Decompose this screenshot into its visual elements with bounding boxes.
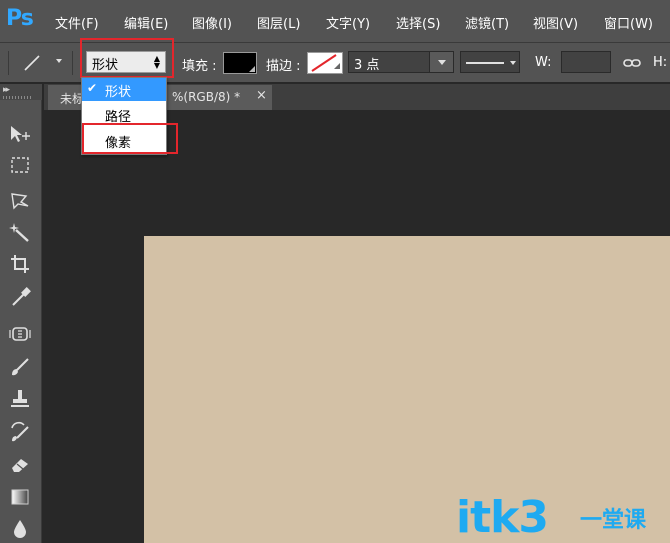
tool-mode-value: 形状: [92, 58, 119, 73]
ps-logo: Ps: [6, 6, 34, 31]
tool-preset-arrow-icon[interactable]: [56, 59, 62, 63]
stroke-type-select[interactable]: [460, 51, 520, 73]
chevron-down-icon: [438, 60, 446, 65]
stroke-size-value: 3 点: [354, 58, 380, 73]
stroke-size-dropdown-button[interactable]: [429, 52, 453, 72]
brush-tool-icon[interactable]: [6, 355, 34, 379]
watermark-cn-text: 一堂课: [580, 508, 647, 533]
menu-select[interactable]: 选择(S): [396, 13, 440, 32]
watermark-logo: itk3 一堂课: [456, 494, 670, 542]
menu-filter[interactable]: 滤镜(T): [465, 13, 509, 32]
menu-view[interactable]: 视图(V): [533, 13, 578, 32]
watermark-text: itk3: [456, 492, 549, 543]
panel-grip[interactable]: [3, 96, 31, 99]
dropdown-item-pixels[interactable]: 像素: [82, 129, 166, 152]
collapse-icon[interactable]: ▸▸: [3, 85, 10, 95]
tool-mode-dropdown: ✔ 形状 路径 像素: [81, 77, 167, 155]
menu-edit[interactable]: 编辑(E): [124, 13, 168, 32]
height-label: H:: [653, 55, 668, 70]
dropdown-item-path[interactable]: 路径: [82, 103, 166, 126]
photoshop-window: Ps 文件(F) 编辑(E) 图像(I) 图层(L) 文字(Y) 选择(S) 滤…: [0, 0, 670, 543]
stroke-label: 描边 :: [266, 59, 301, 74]
link-icon[interactable]: [623, 55, 641, 71]
fill-color-swatch[interactable]: [223, 52, 257, 74]
width-label: W:: [535, 55, 552, 70]
gradient-tool-icon[interactable]: [6, 485, 34, 509]
updown-icon: ▲ ▼: [153, 54, 160, 70]
marquee-tool-icon[interactable]: [6, 154, 34, 178]
move-tool-icon[interactable]: [6, 122, 34, 146]
menu-window[interactable]: 窗口(W): [604, 13, 653, 32]
menu-type[interactable]: 文字(Y): [326, 13, 370, 32]
clone-stamp-tool-icon[interactable]: [6, 387, 34, 411]
stroke-size-field[interactable]: 3 点: [348, 51, 454, 73]
magic-wand-tool-icon[interactable]: [6, 220, 34, 244]
options-bar: 形状 ▲ ▼ 填充 : 描边 : 3 点 W: H:: [0, 42, 670, 82]
stroke-line-preview: [466, 62, 504, 64]
options-separator: [72, 51, 73, 75]
swatch-corner-icon: [249, 66, 255, 72]
menu-layer[interactable]: 图层(L): [257, 13, 300, 32]
menu-image[interactable]: 图像(I): [192, 13, 232, 32]
width-input[interactable]: [561, 51, 611, 73]
healing-brush-tool-icon[interactable]: [6, 322, 34, 346]
dropdown-item-shape[interactable]: ✔ 形状: [82, 78, 166, 101]
crop-tool-icon[interactable]: [6, 252, 34, 276]
dropdown-item-label: 形状: [105, 85, 132, 100]
tools-panel: ▸▸: [0, 84, 42, 543]
close-icon[interactable]: ×: [256, 88, 267, 103]
blur-tool-icon[interactable]: [6, 516, 34, 540]
stroke-color-swatch[interactable]: [307, 52, 343, 74]
document-tab-mode: %(RGB/8) *: [172, 90, 241, 104]
checkmark-icon: ✔: [87, 81, 98, 95]
line-tool-icon[interactable]: [22, 53, 42, 73]
menu-bar: Ps 文件(F) 编辑(E) 图像(I) 图层(L) 文字(Y) 选择(S) 滤…: [0, 0, 670, 42]
eyedropper-tool-icon[interactable]: [6, 285, 34, 309]
dropdown-item-label: 像素: [105, 136, 132, 151]
eraser-tool-icon[interactable]: [6, 452, 34, 476]
tool-mode-select[interactable]: 形状 ▲ ▼: [86, 51, 166, 73]
tools-panel-header: ▸▸: [0, 84, 42, 100]
dropdown-item-label: 路径: [105, 110, 132, 125]
history-brush-tool-icon[interactable]: [6, 420, 34, 444]
menu-file[interactable]: 文件(F): [55, 13, 99, 32]
lasso-tool-icon[interactable]: [6, 188, 34, 212]
fill-label: 填充 :: [182, 59, 217, 74]
chevron-down-icon: [510, 61, 516, 65]
options-grip: [8, 51, 9, 75]
